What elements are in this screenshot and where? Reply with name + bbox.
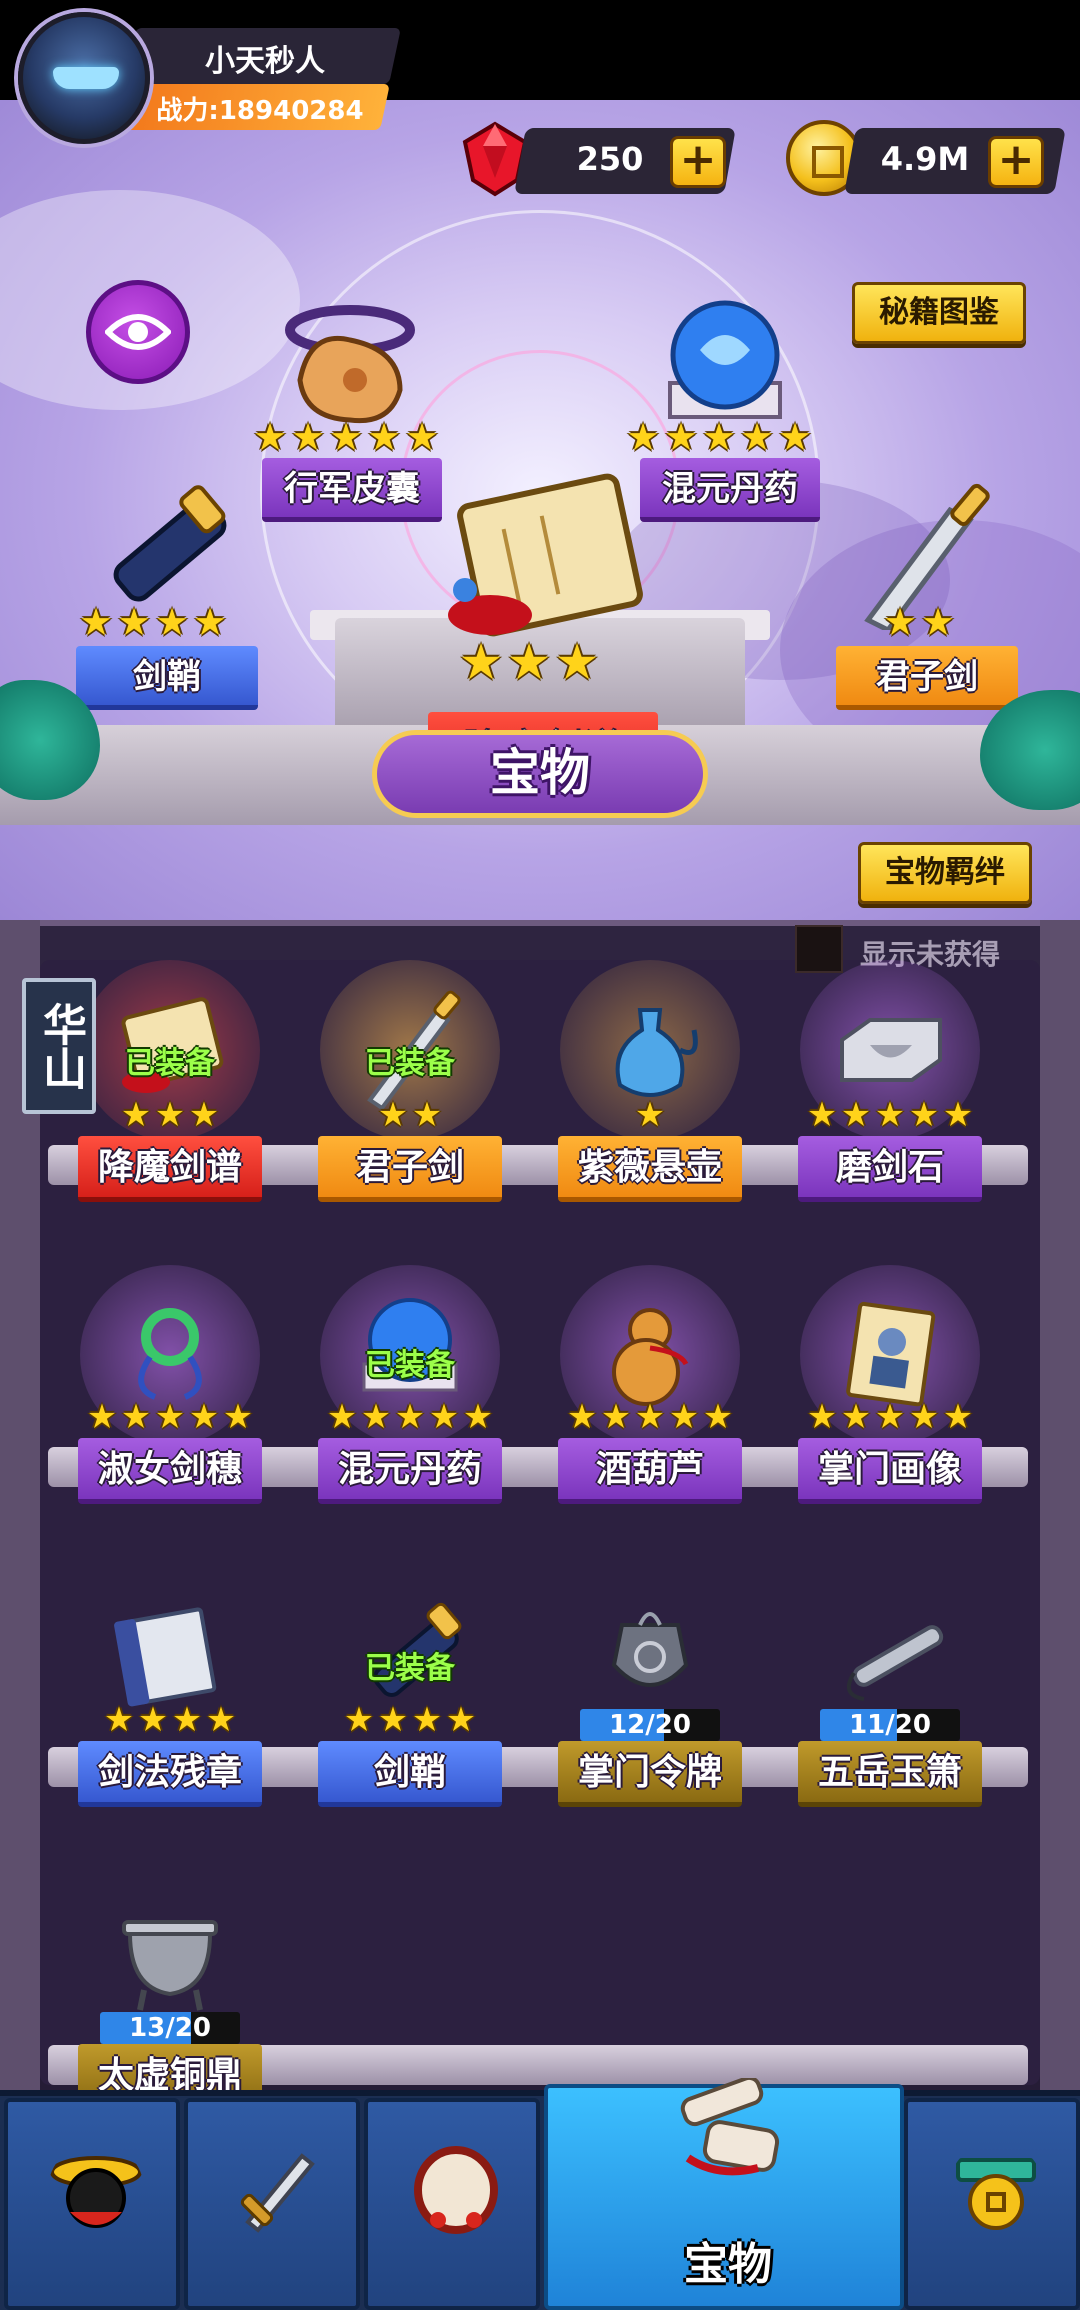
add-gems-button[interactable]: + — [670, 136, 726, 188]
treasure-name: 掌门画像 — [798, 1438, 982, 1504]
player-name: 小天秒人 — [205, 44, 325, 79]
avatar[interactable] — [18, 12, 150, 144]
demon-sword-manual-icon — [448, 473, 643, 637]
treasure-name: 降魔剑谱 — [78, 1136, 262, 1202]
scabbard-icon — [113, 485, 227, 602]
star-rating: ★ ★ ★ ★ ★ — [326, 1397, 494, 1437]
treasure-name: 酒葫芦 — [558, 1438, 742, 1504]
bronze-cauldron-icon — [122, 1920, 218, 2011]
equipped-badge: 已装备 — [365, 1348, 455, 1383]
stars-top-left: ★ ★ ★ ★ ★ — [252, 415, 440, 459]
treasure-name: 淑女剑穗 — [78, 1438, 262, 1504]
treasure-slot[interactable]: 已装备 ★ ★ ★ 降魔剑谱 — [70, 990, 270, 1220]
gem-count: 250 — [576, 140, 644, 178]
master-token-icon — [611, 1612, 689, 1687]
nav-tab-treasure[interactable]: 宝物 — [544, 2078, 904, 2310]
stars-top-right: ★ ★ ★ ★ ★ — [625, 415, 813, 459]
sword-tassel-icon — [138, 1308, 202, 1400]
gold-count: 4.9M — [880, 140, 970, 178]
master-portrait-icon — [846, 1301, 936, 1407]
treasure-bonds-button[interactable]: 宝物羁绊 — [858, 842, 1032, 904]
treasure-slot[interactable]: 11/20 五岳玉箫 — [790, 1595, 990, 1825]
fragment-progress: 12/20 — [580, 1709, 720, 1741]
nav-tab-hero[interactable] — [4, 2098, 180, 2310]
nav-tab-label: 宝物 — [684, 2239, 772, 2290]
treasure-slot[interactable]: ★ ★ ★ ★ 剑法残章 — [70, 1595, 270, 1825]
treasure-slot[interactable]: ★ 紫薇悬壶 — [550, 990, 750, 1220]
ziwei-pot-icon — [615, 1008, 698, 1097]
eye-icon — [105, 314, 171, 350]
hero-item-label-top-right[interactable]: 混元丹药 — [640, 458, 820, 522]
nav-tab-drum[interactable] — [364, 2098, 540, 2310]
hero-icon — [50, 2156, 142, 2228]
treasure-name: 磨剑石 — [798, 1136, 982, 1202]
treasure-slot[interactable]: 12/20 掌门令牌 — [550, 1595, 750, 1825]
stars-left: ★ ★ ★ ★ — [78, 600, 228, 644]
star-rating: ★ ★ ★ ★ — [343, 1700, 477, 1740]
nav-tab-shop[interactable] — [904, 2098, 1080, 2310]
hero-item-label-top-left[interactable]: 行军皮囊 — [262, 458, 442, 522]
sword-fragment-scroll-icon — [114, 1607, 217, 1707]
star-rating: ★ ★ ★ ★ ★ — [566, 1397, 734, 1437]
codex-button[interactable]: 秘籍图鉴 — [852, 282, 1026, 344]
treasure-name: 剑鞘 — [318, 1741, 502, 1807]
whetstone-icon — [840, 1018, 942, 1082]
page-title: 宝物 — [372, 730, 708, 818]
hero-item-label-left[interactable]: 剑鞘 — [76, 646, 258, 710]
treasure-name: 掌门令牌 — [558, 1741, 742, 1807]
wine-gourd-icon — [612, 1308, 689, 1406]
star-rating: ★ ★ — [377, 1095, 443, 1135]
equipped-badge: 已装备 — [365, 1651, 455, 1686]
star-rating: ★ ★ ★ ★ — [103, 1700, 237, 1740]
treasure-name: 紫薇悬壶 — [558, 1136, 742, 1202]
equipped-badge: 已装备 — [125, 1046, 215, 1081]
fragment-progress: 11/20 — [820, 1709, 960, 1741]
star-rating: ★ ★ ★ — [120, 1095, 220, 1135]
checkbox[interactable] — [795, 925, 843, 973]
star-rating: ★ ★ ★ ★ ★ — [806, 1095, 974, 1135]
treasure-slot[interactable]: 已装备 ★ ★ ★ ★ 剑鞘 — [310, 1595, 510, 1825]
drum-icon — [414, 2146, 498, 2234]
treasure-slot[interactable]: ★ ★ ★ ★ ★ 酒葫芦 — [550, 1292, 750, 1522]
star-rating: ★ ★ ★ ★ ★ — [806, 1397, 974, 1437]
treasure-slot[interactable]: ★ ★ ★ ★ ★ 掌门画像 — [790, 1292, 990, 1522]
treasure-scroll-icon — [680, 2078, 780, 2176]
star-rating: ★ — [634, 1095, 666, 1135]
equipped-badge: 已装备 — [365, 1046, 455, 1081]
add-gold-button[interactable]: + — [988, 136, 1044, 188]
treasure-slot[interactable]: 已装备 ★ ★ 君子剑 — [310, 990, 510, 1220]
elixir-orb-icon — [668, 300, 782, 419]
nav-tab-weapon[interactable] — [184, 2098, 360, 2310]
treasure-name: 五岳玉箫 — [798, 1741, 982, 1807]
treasure-name: 君子剑 — [318, 1136, 502, 1202]
hero-item-label-right[interactable]: 君子剑 — [836, 646, 1018, 710]
preview-button[interactable] — [86, 280, 190, 384]
stars-right: ★ ★ — [882, 600, 956, 644]
jade-flute-icon — [846, 1625, 944, 1701]
sword-icon — [240, 2153, 315, 2233]
treasure-name: 剑法残章 — [78, 1741, 262, 1807]
shop-coin-icon — [956, 2158, 1036, 2230]
stars-center: ★ ★ ★ — [458, 633, 600, 691]
treasure-slot[interactable]: 已装备 ★ ★ ★ ★ ★ 混元丹药 — [310, 1292, 510, 1522]
fragment-progress: 13/20 — [100, 2012, 240, 2044]
star-rating: ★ ★ ★ ★ ★ — [86, 1397, 254, 1437]
treasure-name: 混元丹药 — [318, 1438, 502, 1504]
player-power: 战力:18940284 — [156, 96, 364, 126]
army-pouch-icon — [285, 305, 415, 424]
treasure-slot[interactable]: ★ ★ ★ ★ ★ 磨剑石 — [790, 990, 990, 1220]
treasure-slot[interactable]: ★ ★ ★ ★ ★ 淑女剑穗 — [70, 1292, 270, 1522]
sect-tag[interactable]: 华山 — [22, 978, 96, 1114]
